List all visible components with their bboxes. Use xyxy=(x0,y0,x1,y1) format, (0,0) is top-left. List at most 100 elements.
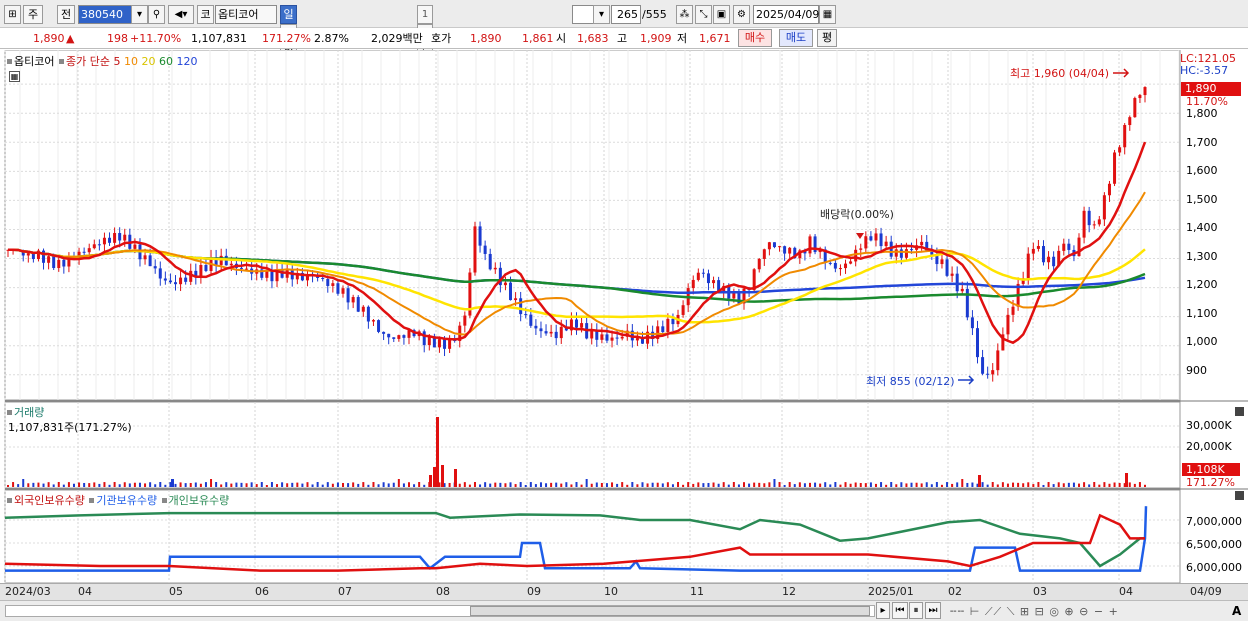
count-input[interactable]: 265 xyxy=(611,5,641,24)
volume-bar xyxy=(473,482,476,487)
volume-bar xyxy=(1138,482,1141,487)
volume-bar xyxy=(692,483,695,487)
candle-body xyxy=(473,226,477,273)
legend-ma20: 20 xyxy=(141,55,156,68)
candle-body xyxy=(184,277,188,282)
crosshair-icon[interactable]: ⤡ xyxy=(695,5,712,24)
candle-body xyxy=(696,272,700,280)
save-icon[interactable]: ▣ xyxy=(713,5,730,24)
candle-body xyxy=(463,315,467,326)
candle-body xyxy=(1052,256,1056,267)
x-label: 11 xyxy=(690,585,704,598)
price-tick: 1,100 xyxy=(1186,306,1218,320)
gear-icon[interactable]: ⚙ xyxy=(733,5,750,24)
volume-bar xyxy=(265,484,268,487)
volume-bar xyxy=(514,484,517,487)
candle-body xyxy=(108,237,112,243)
buy-button[interactable]: 매수 xyxy=(738,29,772,47)
period-0[interactable]: 일 xyxy=(280,5,297,24)
volume-bar xyxy=(215,482,218,487)
calendar-icon[interactable]: ▦ xyxy=(819,5,836,24)
trade-amount: 2,029백만 xyxy=(371,32,423,45)
x-label: 08 xyxy=(436,585,450,598)
volume-bar xyxy=(712,482,715,487)
speaker-icon[interactable]: ◀▾ xyxy=(168,5,194,24)
prev-button[interactable]: 전 xyxy=(57,5,75,24)
text-tool-icon[interactable]: A xyxy=(1232,604,1241,618)
grid-icon[interactable]: ⁂ xyxy=(676,5,693,24)
volume-pane xyxy=(4,401,1181,489)
volume-bar xyxy=(621,482,624,487)
volume-bar xyxy=(1062,483,1065,487)
volume-bar xyxy=(798,482,801,487)
scroll-thumb[interactable] xyxy=(470,606,870,616)
layout-icon[interactable]: ⊞ xyxy=(4,5,21,24)
volume-bar xyxy=(905,483,908,487)
volume-bar xyxy=(499,482,502,487)
volume-bar xyxy=(42,483,45,487)
candle-body xyxy=(681,305,685,315)
pause-icon[interactable]: ⏸ xyxy=(909,602,923,619)
table-toggle-icon[interactable]: ▦ xyxy=(9,71,20,82)
volume-bar xyxy=(1037,482,1040,487)
avg-button[interactable]: 평 xyxy=(817,29,837,47)
code-dropdown-icon[interactable]: ▾ xyxy=(131,5,148,24)
candle-body xyxy=(158,268,162,279)
volume-bar xyxy=(778,482,781,487)
volume-bar xyxy=(727,484,730,487)
volume-bar xyxy=(722,482,725,487)
volume-bar xyxy=(529,482,532,487)
candle-body xyxy=(387,333,391,338)
candle-body xyxy=(321,277,325,279)
bottom-bar: ▸ ⏮ ⏸ ⏭ ╌╌ ⊢ ⟋⟋ ⟍ ⊞ ⊟ ◎ ⊕ ⊖ − + A xyxy=(0,600,1248,621)
volume-bar xyxy=(808,482,811,487)
market-label: 코 xyxy=(197,5,214,24)
search-icon[interactable]: ⚲ xyxy=(148,5,165,24)
candle-body xyxy=(153,266,157,269)
volume-bar xyxy=(910,482,913,487)
candle-body xyxy=(163,278,167,281)
volume-bar xyxy=(1006,483,1009,487)
candle-body xyxy=(1062,243,1066,251)
interval-dropdown-icon[interactable]: ▾ xyxy=(593,5,610,24)
candle-body xyxy=(377,320,381,332)
candle-body xyxy=(270,270,274,282)
volume-bar xyxy=(57,482,60,487)
play-icon[interactable]: ▸ xyxy=(876,602,890,619)
volume-bar xyxy=(595,482,598,487)
sell-button[interactable]: 매도 xyxy=(779,29,813,47)
high-annotation: 최고 1,960 (04/04) xyxy=(1010,67,1110,80)
candle-body xyxy=(1067,243,1071,250)
volume-spike xyxy=(1125,473,1128,487)
volume-bar xyxy=(829,484,832,487)
code-input[interactable]: 380540 xyxy=(78,5,136,24)
x-label: 05 xyxy=(169,585,183,598)
last-icon[interactable]: ⏭ xyxy=(925,602,941,619)
candle-body xyxy=(1118,147,1122,153)
volume-bar xyxy=(108,484,111,487)
candle-body xyxy=(772,242,776,248)
candle-body xyxy=(493,267,497,270)
volume-title: 거래량 xyxy=(6,404,44,420)
legend-inst: 기관보유수량 xyxy=(96,494,158,507)
volume-bar xyxy=(1012,482,1015,487)
volume-close-icon[interactable] xyxy=(1235,407,1244,416)
volume-bar xyxy=(940,484,943,487)
volume-bar xyxy=(616,483,619,487)
candle-body xyxy=(47,256,51,263)
date-input[interactable]: 2025/04/09 xyxy=(753,5,819,24)
holdings-close-icon[interactable] xyxy=(1235,491,1244,500)
volume-bar xyxy=(113,482,116,487)
x-label: 04 xyxy=(78,585,92,598)
first-icon[interactable]: ⏮ xyxy=(892,602,908,619)
candle-body xyxy=(346,288,350,303)
volume-bar xyxy=(814,482,817,487)
volume-bar xyxy=(550,482,553,487)
type-select[interactable]: 주 xyxy=(23,5,43,24)
volume-bar xyxy=(296,482,299,487)
zoom-tools[interactable]: ╌╌ ⊢ ⟋⟋ ⟍ ⊞ ⊟ ◎ ⊕ ⊖ − + xyxy=(950,605,1230,619)
interval-1[interactable]: 1 xyxy=(417,5,433,24)
candle-body xyxy=(539,328,543,332)
volume-bar xyxy=(347,483,350,487)
price-change-pct: +11.70% xyxy=(130,32,182,45)
